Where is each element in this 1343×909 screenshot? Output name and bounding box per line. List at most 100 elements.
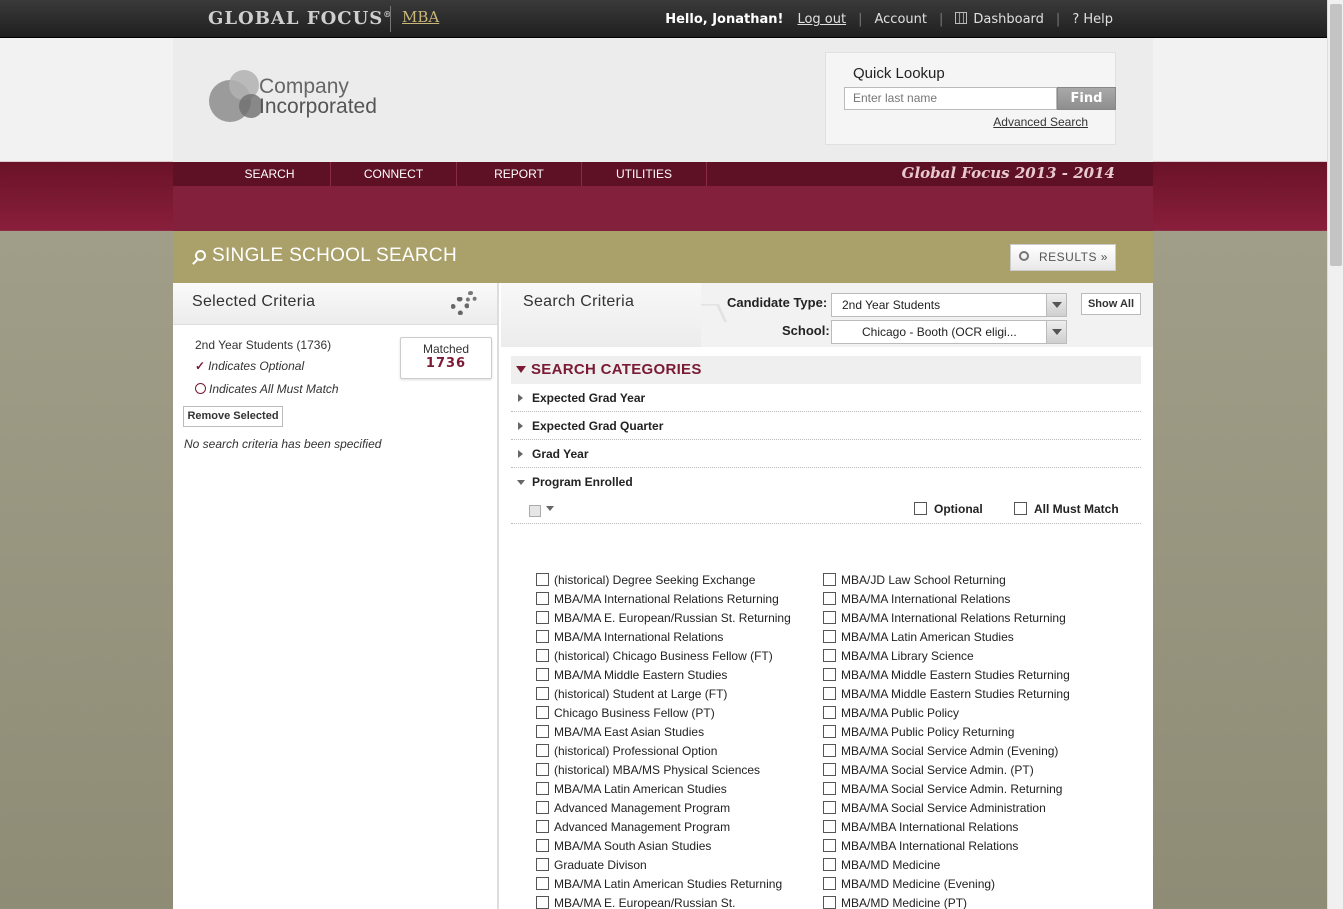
program-checkbox[interactable] bbox=[823, 744, 836, 757]
program-option[interactable]: MBA/MBA International Relations bbox=[823, 819, 1070, 838]
program-option[interactable]: MBA/MA Middle Eastern Studies bbox=[536, 667, 791, 686]
nav-search[interactable]: SEARCH bbox=[209, 162, 331, 186]
program-checkbox[interactable] bbox=[536, 706, 549, 719]
program-checkbox[interactable] bbox=[823, 896, 836, 909]
account-link[interactable]: Account bbox=[875, 12, 928, 27]
program-option[interactable]: MBA/MA International Relations Returning bbox=[823, 610, 1070, 629]
program-option[interactable]: MBA/JD Law School Returning bbox=[823, 572, 1070, 591]
logout-link[interactable]: Log out bbox=[797, 12, 846, 27]
brand-logo[interactable]: GLOBAL FOCUS® bbox=[208, 8, 392, 29]
program-option[interactable]: MBA/MA Latin American Studies bbox=[536, 781, 791, 800]
all-must-match-toggle[interactable]: All Must Match bbox=[1014, 502, 1119, 516]
program-checkbox[interactable] bbox=[823, 782, 836, 795]
program-option[interactable]: MBA/MD Medicine (Evening) bbox=[823, 876, 1070, 895]
advanced-search-link[interactable]: Advanced Search bbox=[993, 115, 1088, 129]
program-option[interactable]: MBA/MA Middle Eastern Studies Returning bbox=[823, 686, 1070, 705]
program-option[interactable]: MBA/MA Library Science bbox=[823, 648, 1070, 667]
program-checkbox[interactable] bbox=[536, 744, 549, 757]
program-checkbox[interactable] bbox=[536, 649, 549, 662]
page-scrollbar[interactable] bbox=[1327, 0, 1343, 909]
nav-utilities[interactable]: UTILITIES bbox=[582, 162, 707, 186]
help-link[interactable]: ? Help bbox=[1072, 12, 1113, 27]
program-option[interactable]: (historical) MBA/MS Physical Sciences bbox=[536, 762, 791, 781]
program-option[interactable]: MBA/MA Social Service Administration bbox=[823, 800, 1070, 819]
results-button[interactable]: RESULTS » bbox=[1010, 244, 1116, 271]
program-checkbox[interactable] bbox=[536, 630, 549, 643]
program-checkbox[interactable] bbox=[536, 611, 549, 624]
program-option[interactable]: MBA/MA Latin American Studies bbox=[823, 629, 1070, 648]
program-option[interactable]: MBA/MA Public Policy Returning bbox=[823, 724, 1070, 743]
optional-toggle[interactable]: Optional bbox=[914, 502, 983, 516]
program-option[interactable]: MBA/MA Social Service Admin. Returning bbox=[823, 781, 1070, 800]
program-option[interactable]: MBA/MA East Asian Studies bbox=[536, 724, 791, 743]
program-checkbox[interactable] bbox=[536, 687, 549, 700]
program-option[interactable]: (historical) Chicago Business Fellow (FT… bbox=[536, 648, 791, 667]
remove-selected-button[interactable]: Remove Selected bbox=[183, 406, 283, 427]
program-option[interactable]: MBA/MA Public Policy bbox=[823, 705, 1070, 724]
nav-report[interactable]: REPORT bbox=[457, 162, 582, 186]
program-checkbox[interactable] bbox=[536, 592, 549, 605]
program-option[interactable]: MBA/MA International Relations bbox=[823, 591, 1070, 610]
program-option[interactable]: (historical) Professional Option bbox=[536, 743, 791, 762]
program-checkbox[interactable] bbox=[823, 839, 836, 852]
program-option[interactable]: MBA/MD Medicine bbox=[823, 857, 1070, 876]
program-checkbox[interactable] bbox=[823, 877, 836, 890]
find-button[interactable]: Find bbox=[1057, 87, 1116, 110]
program-checkbox[interactable] bbox=[536, 820, 549, 833]
program-option[interactable]: Graduate Divison bbox=[536, 857, 791, 876]
select-all-checkbox[interactable] bbox=[529, 505, 541, 517]
program-checkbox[interactable] bbox=[536, 725, 549, 738]
program-checkbox[interactable] bbox=[823, 801, 836, 814]
program-option[interactable]: Advanced Management Program bbox=[536, 819, 791, 838]
program-checkbox[interactable] bbox=[536, 801, 549, 814]
school-select[interactable]: Chicago - Booth (OCR eligi... bbox=[831, 320, 1067, 344]
program-option[interactable]: (historical) Student at Large (FT) bbox=[536, 686, 791, 705]
program-checkbox[interactable] bbox=[536, 668, 549, 681]
program-checkbox[interactable] bbox=[823, 858, 836, 871]
program-checkbox[interactable] bbox=[536, 858, 549, 871]
search-categories-header[interactable]: SEARCH CATEGORIES bbox=[511, 356, 1141, 384]
brand-mba-link[interactable]: MBA bbox=[402, 8, 439, 26]
program-checkbox[interactable] bbox=[536, 782, 549, 795]
program-checkbox[interactable] bbox=[823, 706, 836, 719]
program-checkbox[interactable] bbox=[536, 877, 549, 890]
program-checkbox[interactable] bbox=[536, 763, 549, 776]
program-checkbox[interactable] bbox=[823, 649, 836, 662]
program-checkbox[interactable] bbox=[823, 668, 836, 681]
program-option[interactable]: Chicago Business Fellow (PT) bbox=[536, 705, 791, 724]
program-checkbox[interactable] bbox=[536, 896, 549, 909]
program-checkbox[interactable] bbox=[823, 725, 836, 738]
optional-checkbox[interactable] bbox=[914, 502, 927, 515]
candidate-type-select[interactable]: 2nd Year Students bbox=[831, 293, 1067, 317]
program-checkbox[interactable] bbox=[823, 687, 836, 700]
program-checkbox[interactable] bbox=[823, 630, 836, 643]
all-must-match-checkbox[interactable] bbox=[1014, 502, 1027, 515]
program-option[interactable]: MBA/MD Medicine (PT) bbox=[823, 895, 1070, 909]
program-checkbox[interactable] bbox=[823, 820, 836, 833]
select-menu-chevron-icon[interactable] bbox=[546, 506, 554, 511]
gear-icon[interactable] bbox=[451, 291, 479, 315]
category-expected-grad-quarter[interactable]: Expected Grad Quarter bbox=[511, 412, 1141, 440]
program-checkbox[interactable] bbox=[823, 763, 836, 776]
program-checkbox[interactable] bbox=[536, 573, 549, 586]
nav-connect[interactable]: CONNECT bbox=[331, 162, 457, 186]
program-option[interactable]: MBA/MA Middle Eastern Studies Returning bbox=[823, 667, 1070, 686]
last-name-input[interactable]: Enter last name bbox=[844, 87, 1057, 110]
program-option[interactable]: MBA/MA Social Service Admin. (PT) bbox=[823, 762, 1070, 781]
program-option[interactable]: MBA/MA International Relations Returning bbox=[536, 591, 791, 610]
program-option[interactable]: MBA/MA Social Service Admin (Evening) bbox=[823, 743, 1070, 762]
program-option[interactable]: MBA/MBA International Relations bbox=[823, 838, 1070, 857]
scrollbar-thumb[interactable] bbox=[1330, 4, 1342, 266]
category-grad-year[interactable]: Grad Year bbox=[511, 440, 1141, 468]
program-option[interactable]: MBA/MA Latin American Studies Returning bbox=[536, 876, 791, 895]
dashboard-link[interactable]: Dashboard bbox=[955, 12, 1044, 27]
program-checkbox[interactable] bbox=[536, 839, 549, 852]
program-option[interactable]: MBA/MA E. European/Russian St. bbox=[536, 895, 791, 909]
program-option[interactable]: (historical) Degree Seeking Exchange bbox=[536, 572, 791, 591]
program-option[interactable]: MBA/MA International Relations bbox=[536, 629, 791, 648]
program-option[interactable]: Advanced Management Program bbox=[536, 800, 791, 819]
program-checkbox[interactable] bbox=[823, 611, 836, 624]
program-option[interactable]: MBA/MA E. European/Russian St. Returning bbox=[536, 610, 791, 629]
program-option[interactable]: MBA/MA South Asian Studies bbox=[536, 838, 791, 857]
category-expected-grad-year[interactable]: Expected Grad Year bbox=[511, 384, 1141, 412]
